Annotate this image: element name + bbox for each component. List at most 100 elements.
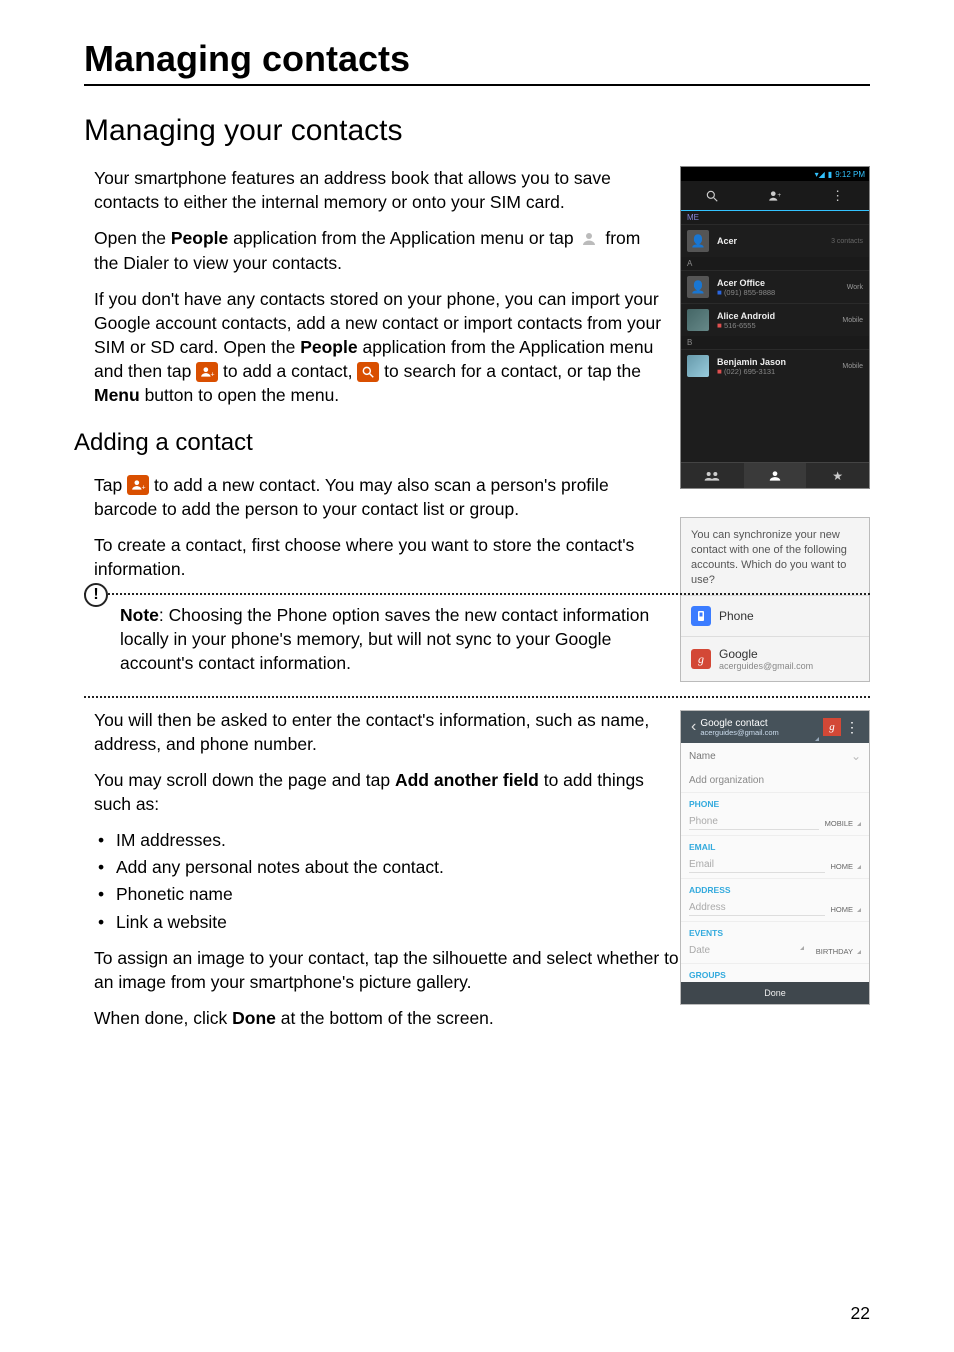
- contacts-list-screenshot: ▾◢ ▮ 9:12 PM + ⋮ ME 👤 Acer 3 contacts A …: [680, 166, 870, 489]
- add-organization-row[interactable]: Add organization: [681, 769, 869, 793]
- list-item: Add any personal notes about the contact…: [94, 855, 664, 879]
- page-number: 22: [851, 1303, 870, 1324]
- search-contact-icon: [357, 362, 379, 382]
- address-type-selector[interactable]: HOME: [831, 905, 862, 914]
- contacts-count: 3 contacts: [831, 238, 863, 245]
- sync-prompt-text: You can synchronize your new contact wit…: [691, 528, 859, 587]
- favorites-tab-icon[interactable]: ★: [806, 462, 869, 488]
- avatar: [687, 355, 709, 377]
- note-label: Note: [120, 605, 159, 625]
- add-contact-icon: +: [127, 475, 149, 495]
- phone-input[interactable]: Phone: [689, 816, 819, 830]
- dropdown-indicator-icon[interactable]: [815, 737, 819, 741]
- overflow-menu-icon[interactable]: ⋮: [841, 719, 863, 736]
- email-section-label: EMAIL: [681, 836, 869, 854]
- contact-row[interactable]: Alice Android ■ 516-6555 Mobile: [681, 303, 869, 336]
- expand-name-icon[interactable]: ⌄: [845, 749, 861, 763]
- contact-type: Mobile: [842, 317, 863, 324]
- date-type-selector[interactable]: BIRTHDAY: [816, 947, 861, 956]
- people-app-name: People: [300, 337, 357, 357]
- contacts-bottom-bar: ★: [681, 462, 869, 488]
- people-app-name: People: [171, 228, 228, 248]
- address-input[interactable]: Address: [689, 902, 825, 916]
- contact-row[interactable]: Benjamin Jason ■ (022) 695-3131 Mobile: [681, 349, 869, 382]
- signal-icon: ▾◢: [815, 170, 825, 179]
- text-fragment: application from the Application menu or…: [228, 228, 578, 248]
- add-field-bullet-list: IM addresses. Add any personal notes abo…: [84, 828, 664, 934]
- done-button[interactable]: Done: [681, 982, 869, 1004]
- main-text-column: Your smartphone features an address book…: [84, 166, 664, 1042]
- svg-text:+: +: [142, 485, 146, 492]
- section-title: Managing your contacts: [84, 114, 870, 148]
- svg-text:+: +: [211, 371, 215, 378]
- google-icon: g: [823, 718, 841, 736]
- contact-type: Work: [847, 284, 863, 291]
- contacts-tab-icon[interactable]: [744, 462, 807, 488]
- address-field-row[interactable]: Address HOME: [681, 897, 869, 922]
- add-contact-icon[interactable]: +: [744, 181, 807, 210]
- phone-type-selector[interactable]: MOBILE: [825, 819, 861, 828]
- after-paragraph-1: You will then be asked to enter the cont…: [84, 708, 664, 756]
- section-letter-b: B: [681, 336, 869, 349]
- list-item: Link a website: [94, 910, 664, 934]
- account-email: acerguides@gmail.com: [700, 729, 813, 737]
- name-field-row[interactable]: Name ⌄: [681, 743, 869, 769]
- text-fragment: button to open the menu.: [140, 385, 339, 405]
- after-paragraph-2: You may scroll down the page and tap Add…: [84, 768, 664, 816]
- edit-header-title: Google contact acerguides@gmail.com: [700, 718, 813, 737]
- contact-detail: ■ 516-6555: [717, 321, 834, 330]
- note-icon: !: [84, 583, 108, 607]
- contact-row[interactable]: 👤 Acer Office ■ (091) 855-9888 Work: [681, 270, 869, 303]
- contact-detail: ■ (091) 855-9888: [717, 288, 839, 297]
- back-icon[interactable]: ‹: [687, 718, 700, 736]
- email-type-selector[interactable]: HOME: [831, 862, 862, 871]
- email-field-row[interactable]: Email HOME: [681, 854, 869, 879]
- email-input[interactable]: Email: [689, 859, 825, 873]
- text-fragment: to add a new contact. You may also scan …: [94, 475, 609, 519]
- status-bar: ▾◢ ▮ 9:12 PM: [681, 167, 869, 181]
- events-section-label: EVENTS: [681, 922, 869, 940]
- done-label: Done: [232, 1008, 276, 1028]
- date-field-row[interactable]: Date BIRTHDAY: [681, 940, 869, 964]
- search-icon[interactable]: [681, 181, 744, 210]
- avatar: [687, 309, 709, 331]
- avatar: 👤: [687, 230, 709, 252]
- add-another-field-label: Add another field: [395, 770, 539, 790]
- contact-type: Mobile: [842, 363, 863, 370]
- add-contact-paragraph-2: To create a contact, first choose where …: [84, 533, 664, 581]
- note-text: Note: Choosing the Phone option saves th…: [120, 603, 870, 675]
- list-item: IM addresses.: [94, 828, 664, 852]
- subsection-title: Adding a contact: [74, 426, 664, 459]
- clock-text: 9:12 PM: [835, 170, 865, 179]
- contact-name: Alice Android: [717, 311, 834, 321]
- intro-paragraph-3: If you don't have any contacts stored on…: [84, 287, 664, 408]
- contacts-top-bar: + ⋮: [681, 181, 869, 211]
- svg-text:+: +: [777, 192, 781, 199]
- text-fragment: to search for a contact, or tap the: [379, 361, 641, 381]
- avatar: 👤: [687, 276, 709, 298]
- after-paragraph-4: When done, click Done at the bottom of t…: [84, 1006, 664, 1030]
- list-item: Phonetic name: [94, 882, 664, 906]
- text-fragment: : Choosing the Phone option saves the ne…: [120, 605, 649, 673]
- menu-button-name: Menu: [94, 385, 140, 405]
- intro-paragraph-2: Open the People application from the App…: [84, 226, 664, 275]
- groups-tab-icon[interactable]: [681, 462, 744, 488]
- text-fragment: You may scroll down the page and tap: [94, 770, 395, 790]
- text-fragment: at the bottom of the screen.: [276, 1008, 494, 1028]
- date-input[interactable]: Date: [689, 945, 790, 958]
- contact-detail: ■ (022) 695-3131: [717, 367, 834, 376]
- address-section-label: ADDRESS: [681, 879, 869, 897]
- text-fragment: When done, click: [94, 1008, 232, 1028]
- chapter-title: Managing contacts: [84, 38, 870, 86]
- phone-section-label: PHONE: [681, 793, 869, 811]
- groups-section-label: GROUPS: [681, 964, 869, 982]
- contact-name: Acer Office: [717, 278, 839, 288]
- me-row[interactable]: 👤 Acer 3 contacts: [681, 224, 869, 257]
- phone-field-row[interactable]: Phone MOBILE: [681, 811, 869, 836]
- text-fragment: Open the: [94, 228, 171, 248]
- contact-name: Benjamin Jason: [717, 357, 834, 367]
- edit-contact-header: ‹ Google contact acerguides@gmail.com g …: [681, 711, 869, 743]
- name-input[interactable]: Name: [689, 751, 845, 762]
- overflow-menu-icon[interactable]: ⋮: [806, 181, 869, 210]
- battery-icon: ▮: [828, 170, 832, 179]
